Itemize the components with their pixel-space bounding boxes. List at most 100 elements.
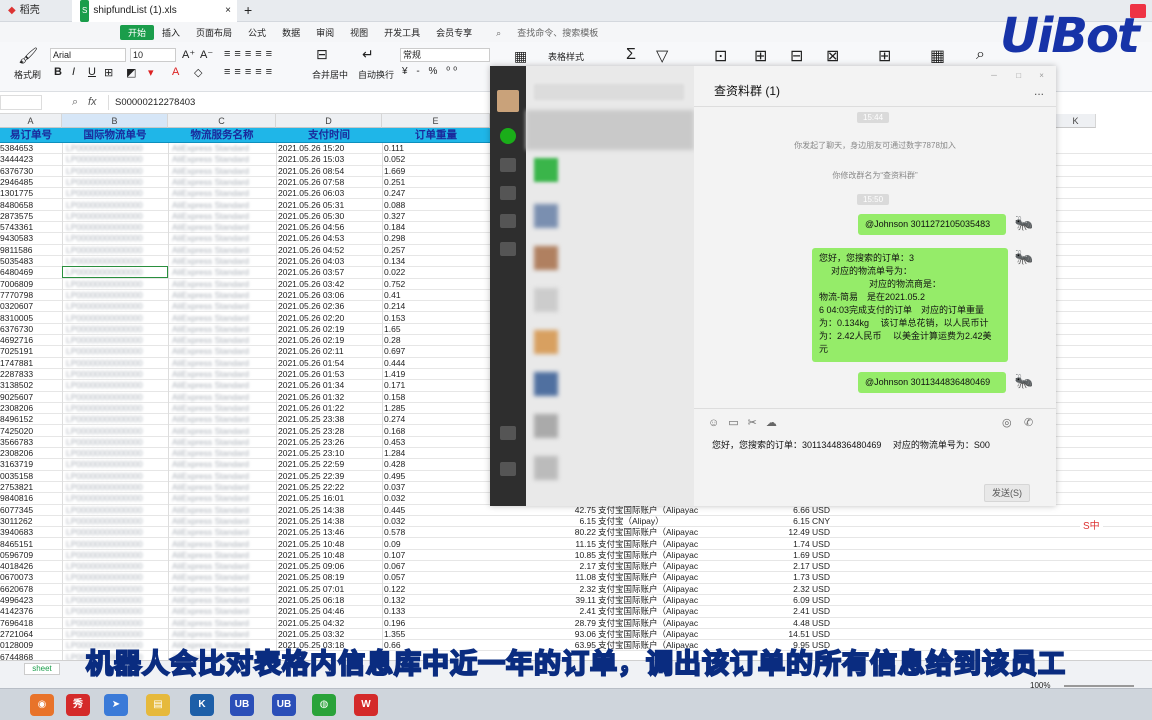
table-cell[interactable]: 2021.05.25 23:38	[278, 414, 380, 425]
table-cell[interactable]: 0.067	[384, 561, 484, 572]
font-shrink-icon[interactable]: A⁻	[200, 48, 213, 61]
menu-data[interactable]: 数据	[274, 26, 308, 39]
table-cell[interactable]: 4.48 USD	[740, 618, 830, 629]
contacts-icon[interactable]	[500, 158, 516, 172]
table-cell[interactable]: 支付宝国际账户（Alipayac	[598, 572, 702, 583]
find-icon[interactable]: ⌕	[976, 46, 985, 64]
table-cell[interactable]: 8310005	[0, 313, 60, 324]
ime-indicator[interactable]: S中	[1080, 516, 1103, 533]
table-cell[interactable]: LP00000000000000	[66, 369, 162, 380]
tab-docer[interactable]: ◆ 稻壳	[0, 0, 70, 22]
app-icon[interactable]: K	[190, 694, 214, 716]
table-cell[interactable]: 2021.05.26 05:31	[278, 200, 380, 211]
table-cell[interactable]: AliExpress Standard	[172, 346, 272, 357]
table-cell[interactable]: LP00000000000000	[66, 584, 162, 595]
table-cell[interactable]: AliExpress Standard	[172, 154, 272, 165]
formula-input[interactable]: S00000212278403	[108, 95, 490, 110]
table-cell[interactable]: AliExpress Standard	[172, 143, 272, 154]
table-cell[interactable]: AliExpress Standard	[172, 550, 272, 561]
uibot-icon[interactable]: UB	[230, 694, 254, 716]
align-horizontal-icons[interactable]: ≡≡≡≡≡	[224, 66, 276, 78]
rows-cols-icon[interactable]: ⊟	[790, 46, 803, 66]
table-cell[interactable]: 2021.05.25 04:46	[278, 606, 380, 617]
table-cell[interactable]: LP00000000000000	[66, 527, 162, 538]
table-cell[interactable]: 支付宝国际账户（Alipayac	[598, 505, 702, 516]
table-cell[interactable]: 2021.05.25 14:38	[278, 505, 380, 516]
table-cell[interactable]: AliExpress Standard	[172, 256, 272, 267]
table-cell[interactable]: 2021.05.26 01:22	[278, 403, 380, 414]
column-header-k[interactable]: K	[1056, 114, 1096, 128]
underline-icon[interactable]: U	[88, 66, 96, 78]
menu-developer[interactable]: 开发工具	[376, 26, 428, 39]
table-cell[interactable]: LP00000000000000	[66, 448, 162, 459]
table-cell[interactable]: LP00000000000000	[66, 595, 162, 606]
table-cell[interactable]: LP00000000000000	[66, 222, 162, 233]
table-cell[interactable]: LP00000000000000	[66, 516, 162, 527]
table-cell[interactable]: LP00000000000000	[66, 539, 162, 550]
table-cell[interactable]: LP00000000000000	[66, 154, 162, 165]
table-cell[interactable]: 0.153	[384, 313, 484, 324]
table-cell[interactable]: 5743361	[0, 222, 60, 233]
table-cell[interactable]: AliExpress Standard	[172, 233, 272, 244]
table-row[interactable]: 0670073 LP00000000000000 AliExpress Standa…	[0, 572, 1152, 584]
table-cell[interactable]: 2021.05.25 23:26	[278, 437, 380, 448]
filter-icon[interactable]: ▽	[656, 46, 668, 66]
table-cell[interactable]: 93.06	[560, 629, 596, 640]
table-cell[interactable]: 5384653	[0, 143, 60, 154]
table-cell[interactable]: 0.158	[384, 392, 484, 403]
menu-review[interactable]: 审阅	[308, 26, 342, 39]
table-cell[interactable]: 0.445	[384, 505, 484, 516]
table-style-label[interactable]: 表格样式	[548, 50, 584, 63]
menu-icon[interactable]	[500, 462, 516, 476]
table-cell[interactable]: AliExpress Standard	[172, 200, 272, 211]
table-cell[interactable]: AliExpress Standard	[172, 606, 272, 617]
table-cell[interactable]: 0.298	[384, 233, 484, 244]
table-cell[interactable]: AliExpress Standard	[172, 471, 272, 482]
table-cell[interactable]: 4018426	[0, 561, 60, 572]
table-cell[interactable]: 1.74 USD	[740, 539, 830, 550]
table-cell[interactable]: 2.41 USD	[740, 606, 830, 617]
table-cell[interactable]: 4692716	[0, 335, 60, 346]
table-cell[interactable]: 6.09 USD	[740, 595, 830, 606]
table-cell[interactable]: 0035158	[0, 471, 60, 482]
table-cell[interactable]: 支付宝国际账户（Alipayac	[598, 561, 702, 572]
table-cell[interactable]: 2021.05.25 13:46	[278, 527, 380, 538]
table-cell[interactable]: LP00000000000000	[66, 233, 162, 244]
wechat-icon[interactable]: ◍	[312, 694, 336, 716]
table-cell[interactable]: 3011262	[0, 516, 60, 527]
table-row[interactable]: 8465151 LP00000000000000 AliExpress Standa…	[0, 539, 1152, 550]
table-cell[interactable]: 3566783	[0, 437, 60, 448]
column-header-b[interactable]: B	[62, 114, 168, 128]
table-cell[interactable]: 0.168	[384, 426, 484, 437]
table-cell[interactable]: 3940683	[0, 527, 60, 538]
table-cell[interactable]: LP00000000000000	[66, 606, 162, 617]
table-cell[interactable]: 2.32	[560, 584, 596, 595]
italic-icon[interactable]: I	[72, 66, 75, 78]
table-cell[interactable]: 2021.05.26 01:32	[278, 392, 380, 403]
table-cell[interactable]: 0.088	[384, 200, 484, 211]
table-cell[interactable]: 2021.05.25 14:38	[278, 516, 380, 527]
uibot-icon[interactable]: UB	[272, 694, 296, 716]
table-cell[interactable]: LP00000000000000	[66, 459, 162, 470]
table-cell[interactable]: 2021.05.26 02:19	[278, 324, 380, 335]
table-cell[interactable]: LP00000000000000	[66, 426, 162, 437]
table-cell[interactable]: 6.15 CNY	[740, 516, 830, 527]
font-color-icon[interactable]: A	[172, 66, 179, 78]
number-format-icons[interactable]: ¥ - % ⁰⁰	[402, 66, 460, 77]
menu-formula[interactable]: 公式	[240, 26, 274, 39]
table-cell[interactable]: 1.419	[384, 369, 484, 380]
table-cell[interactable]: 5035483	[0, 256, 60, 267]
table-cell[interactable]: 0.28	[384, 335, 484, 346]
menu-member[interactable]: 会员专享	[428, 26, 480, 39]
table-cell[interactable]: AliExpress Standard	[172, 279, 272, 290]
format-painter-icon[interactable]: 🖌	[18, 46, 38, 66]
table-cell[interactable]: 28.79	[560, 618, 596, 629]
table-row[interactable]: 7696418 LP00000000000000 AliExpress Standa…	[0, 618, 1152, 629]
number-format-select[interactable]: 常规	[400, 48, 490, 62]
table-cell[interactable]: AliExpress Standard	[172, 301, 272, 312]
table-cell[interactable]: 2021.05.25 22:59	[278, 459, 380, 470]
table-cell[interactable]: 2021.05.26 04:56	[278, 222, 380, 233]
table-cell[interactable]: 2021.05.26 04:03	[278, 256, 380, 267]
table-cell[interactable]: 2021.05.25 22:22	[278, 482, 380, 493]
table-cell[interactable]: 0.257	[384, 245, 484, 256]
